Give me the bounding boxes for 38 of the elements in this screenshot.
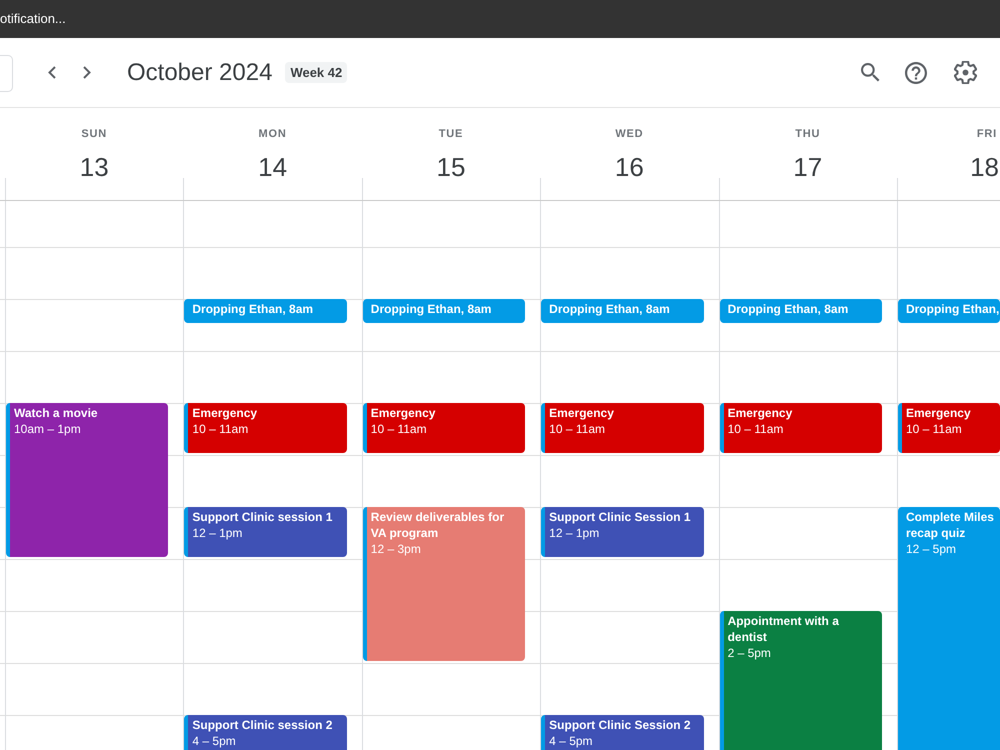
day-number[interactable]: 16 <box>614 152 644 182</box>
day-name: WED <box>615 128 644 141</box>
calendar-event[interactable]: Review deliverables for VA program 12 – 3pm <box>362 507 526 661</box>
chevron-left-icon[interactable] <box>48 66 56 79</box>
calendar-event[interactable]: Watch a movie 10am – 1pm <box>6 403 168 557</box>
week-badge: Week 42 <box>285 62 348 83</box>
calendar-event[interactable]: Appointment with a dentist 2 – 5pm <box>720 611 882 750</box>
help-icon[interactable] <box>905 62 927 84</box>
calendar-event[interactable]: Dropping Ethan, 8am <box>362 299 526 323</box>
day-number[interactable]: 13 <box>80 152 109 182</box>
month-title: October 2024 <box>127 58 272 86</box>
day-name: THU <box>795 128 820 141</box>
calendar-event[interactable]: Complete Miles recap quiz 12 – 5pm <box>898 507 1000 750</box>
calendar-event[interactable]: Support Clinic Session 2 4 – 5pm <box>541 715 704 750</box>
calendar-event[interactable]: Support Clinic Session 1 12 – 1pm <box>541 507 704 557</box>
calendar-event[interactable]: Emergency 10 – 11am <box>362 403 526 453</box>
calendar-event[interactable]: Emergency 10 – 11am <box>541 403 704 453</box>
calendar-event[interactable]: Emergency 10 – 11am <box>898 403 1000 453</box>
notification-text: otification... <box>0 10 66 26</box>
day-number[interactable]: 18 <box>970 152 999 182</box>
day-number[interactable]: 17 <box>793 152 822 182</box>
day-number[interactable]: 14 <box>258 152 288 182</box>
calendar-event[interactable]: Support Clinic session 1 12 – 1pm <box>184 507 347 557</box>
settings-icon[interactable] <box>954 61 977 84</box>
calendar-event[interactable]: Emergency 10 – 11am <box>720 403 882 453</box>
search-icon[interactable] <box>861 63 880 82</box>
calendar-event[interactable]: Dropping Ethan, 8am <box>184 299 347 323</box>
calendar-event[interactable]: Dropping Ethan, 8am <box>720 299 882 323</box>
calendar-event[interactable]: Support Clinic session 2 4 – 5pm <box>184 715 347 750</box>
day-name: SUN <box>81 128 107 141</box>
day-number[interactable]: 15 <box>436 152 466 182</box>
chevron-right-icon[interactable] <box>83 66 91 79</box>
calendar-event[interactable]: Dropping Ethan, <box>898 299 1000 323</box>
calendar-event[interactable]: Emergency 10 – 11am <box>184 403 347 453</box>
day-name: FRI <box>976 128 997 141</box>
day-name: TUE <box>438 128 464 141</box>
day-name: MON <box>258 128 287 141</box>
calendar-event[interactable]: Dropping Ethan, 8am <box>541 299 704 323</box>
